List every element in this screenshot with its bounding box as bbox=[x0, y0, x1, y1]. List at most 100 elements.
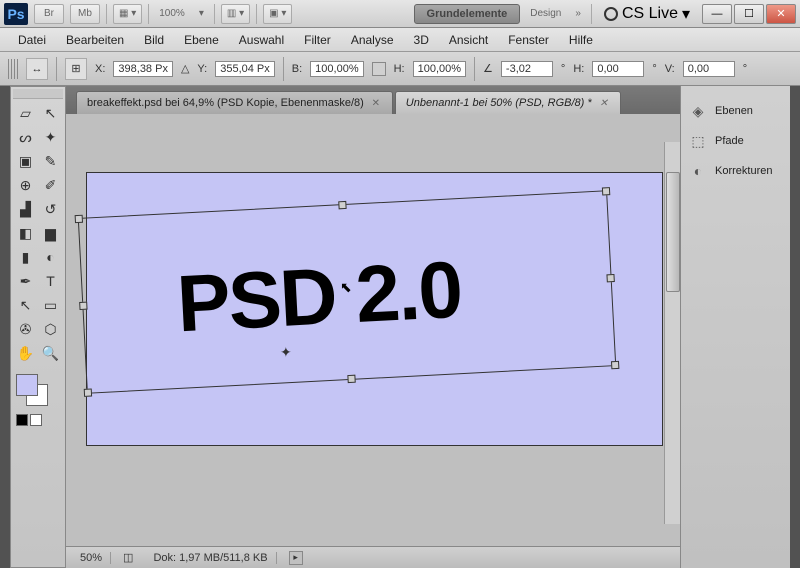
screenmode-dropdown[interactable]: ▣ ▾ bbox=[263, 4, 292, 24]
hskew-field[interactable]: 0,00 bbox=[592, 61, 644, 77]
brush-tool[interactable]: ✐ bbox=[38, 173, 63, 197]
adjustments-icon: ◐ bbox=[689, 162, 707, 180]
vskew-field[interactable]: 0,00 bbox=[683, 61, 735, 77]
zoom-tool[interactable]: 🔍 bbox=[38, 341, 63, 365]
quickmask-icon[interactable] bbox=[16, 414, 28, 426]
screenmode-icon[interactable] bbox=[30, 414, 42, 426]
wand-tool[interactable]: ✦ bbox=[38, 125, 63, 149]
document-tab-1[interactable]: Unbenannt-1 bei 50% (PSD, RGB/8) * ✕ bbox=[395, 91, 621, 114]
zoom-dropdown-icon[interactable]: ▾ bbox=[195, 8, 208, 19]
status-square-icon[interactable]: ◫ bbox=[123, 551, 133, 564]
transform-handle[interactable] bbox=[75, 215, 83, 223]
options-grip-icon[interactable] bbox=[8, 59, 18, 79]
tool-palette: ▱↖ ᔕ✦ ▣✎ ⊕✐ ▟↺ ◧▆ ▮◐ ✒T ↖▭ ✇⬡ ✋🔍 bbox=[10, 86, 66, 568]
stamp-tool[interactable]: ▟ bbox=[13, 197, 38, 221]
cslive-button[interactable]: CS Live ▾ bbox=[604, 4, 690, 24]
color-swatches[interactable] bbox=[16, 374, 50, 408]
camera-tool[interactable]: ⬡ bbox=[38, 317, 63, 341]
design-label[interactable]: Design bbox=[526, 8, 565, 19]
dodge-tool[interactable]: ◐ bbox=[38, 245, 63, 269]
canvas-viewport[interactable]: PSD 2.0 ✦ ⬉ bbox=[66, 114, 680, 546]
x-label: X: bbox=[95, 63, 105, 75]
marquee-tool[interactable]: ↖ bbox=[38, 101, 63, 125]
arrange-dropdown[interactable]: ▥ ▾ bbox=[221, 4, 250, 24]
document-area: breakeffekt.psd bei 64,9% (PSD Kopie, Eb… bbox=[66, 86, 680, 568]
y-label: Y: bbox=[197, 63, 207, 75]
angle-icon: ∠ bbox=[483, 62, 493, 75]
window-minimize-button[interactable]: — bbox=[702, 4, 732, 24]
angle-field[interactable]: -3,02 bbox=[501, 61, 553, 77]
status-doc-info[interactable]: Dok: 1,97 MB/511,8 KB bbox=[145, 552, 276, 564]
menu-ebene[interactable]: Ebene bbox=[174, 30, 229, 50]
hand-tool[interactable]: ✋ bbox=[13, 341, 38, 365]
reference-point-icon[interactable]: ⊞ bbox=[65, 58, 87, 80]
shape-tool[interactable]: ▭ bbox=[38, 293, 63, 317]
panel-pfade[interactable]: ⬚ Pfade bbox=[681, 126, 790, 156]
menu-fenster[interactable]: Fenster bbox=[498, 30, 559, 50]
crop-tool[interactable]: ▣ bbox=[13, 149, 38, 173]
move-tool[interactable]: ▱ bbox=[13, 101, 38, 125]
bridge-button[interactable]: Br bbox=[34, 4, 64, 24]
cslive-icon bbox=[604, 7, 618, 21]
blur-tool[interactable]: ▮ bbox=[13, 245, 38, 269]
width-field[interactable]: 100,00% bbox=[310, 61, 363, 77]
window-close-button[interactable]: ✕ bbox=[766, 4, 796, 24]
history-brush-tool[interactable]: ↺ bbox=[38, 197, 63, 221]
y-field[interactable]: 355,04 Px bbox=[215, 61, 275, 77]
gradient-tool[interactable]: ▆ bbox=[38, 221, 63, 245]
window-maximize-button[interactable]: ☐ bbox=[734, 4, 764, 24]
vskew-label: V: bbox=[665, 63, 675, 75]
menu-bild[interactable]: Bild bbox=[134, 30, 174, 50]
foreground-swatch[interactable] bbox=[16, 374, 38, 396]
grundelemente-button[interactable]: Grundelemente bbox=[414, 4, 521, 24]
document-tab-0[interactable]: breakeffekt.psd bei 64,9% (PSD Kopie, Eb… bbox=[76, 91, 393, 114]
x-field[interactable]: 398,38 Px bbox=[113, 61, 173, 77]
panel-label: Korrekturen bbox=[715, 165, 772, 177]
view-mode-dropdown[interactable]: ▦ ▾ bbox=[113, 4, 142, 24]
panel-label: Pfade bbox=[715, 135, 744, 147]
app-logo-icon: Ps bbox=[4, 3, 28, 25]
status-zoom[interactable]: 50% bbox=[72, 552, 111, 564]
tab-label: Unbenannt-1 bei 50% (PSD, RGB/8) * bbox=[406, 97, 592, 109]
menu-ansicht[interactable]: Ansicht bbox=[439, 30, 498, 50]
delta-icon[interactable]: △ bbox=[181, 62, 189, 75]
cslive-label: CS Live bbox=[622, 5, 678, 23]
more-workspaces-icon[interactable]: » bbox=[571, 8, 585, 19]
menu-filter[interactable]: Filter bbox=[294, 30, 341, 50]
menu-bearbeiten[interactable]: Bearbeiten bbox=[56, 30, 134, 50]
close-icon[interactable]: ✕ bbox=[370, 97, 382, 109]
minibridge-button[interactable]: Mb bbox=[70, 4, 100, 24]
menu-datei[interactable]: Datei bbox=[8, 30, 56, 50]
menu-3d[interactable]: 3D bbox=[404, 30, 439, 50]
3d-tool[interactable]: ✇ bbox=[13, 317, 38, 341]
pen-tool[interactable]: ✒ bbox=[13, 269, 38, 293]
eyedropper-tool[interactable]: ✎ bbox=[38, 149, 63, 173]
scroll-thumb[interactable] bbox=[666, 172, 680, 292]
path-tool[interactable]: ↖ bbox=[13, 293, 38, 317]
eraser-tool[interactable]: ◧ bbox=[13, 221, 38, 245]
paths-icon: ⬚ bbox=[689, 132, 707, 150]
panel-korrekturen[interactable]: ◐ Korrekturen bbox=[681, 156, 790, 186]
status-more-icon[interactable]: ▸ bbox=[289, 551, 303, 565]
tool-palette-grip[interactable] bbox=[13, 89, 63, 99]
tab-label: breakeffekt.psd bei 64,9% (PSD Kopie, Eb… bbox=[87, 97, 364, 109]
center-point-icon[interactable]: ✦ bbox=[280, 344, 292, 361]
options-bar: ↔ ⊞ X: 398,38 Px △ Y: 355,04 Px B: 100,0… bbox=[0, 52, 800, 86]
menu-analyse[interactable]: Analyse bbox=[341, 30, 404, 50]
canvas-text-layer[interactable]: PSD 2.0 bbox=[175, 244, 463, 351]
type-tool[interactable]: T bbox=[38, 269, 63, 293]
vertical-scrollbar[interactable] bbox=[664, 142, 680, 524]
close-icon[interactable]: ✕ bbox=[598, 97, 610, 109]
layers-icon: ◈ bbox=[689, 102, 707, 120]
canvas[interactable]: PSD 2.0 bbox=[86, 172, 663, 446]
heal-tool[interactable]: ⊕ bbox=[13, 173, 38, 197]
menu-auswahl[interactable]: Auswahl bbox=[229, 30, 294, 50]
zoom-level-label[interactable]: 100% bbox=[155, 8, 189, 19]
lasso-tool[interactable]: ᔕ bbox=[13, 125, 38, 149]
panel-label: Ebenen bbox=[715, 105, 753, 117]
panel-ebenen[interactable]: ◈ Ebenen bbox=[681, 96, 790, 126]
cursor-icon: ⬉ bbox=[340, 279, 352, 296]
menu-hilfe[interactable]: Hilfe bbox=[559, 30, 603, 50]
height-field[interactable]: 100,00% bbox=[413, 61, 466, 77]
link-wh-icon[interactable] bbox=[372, 62, 386, 76]
